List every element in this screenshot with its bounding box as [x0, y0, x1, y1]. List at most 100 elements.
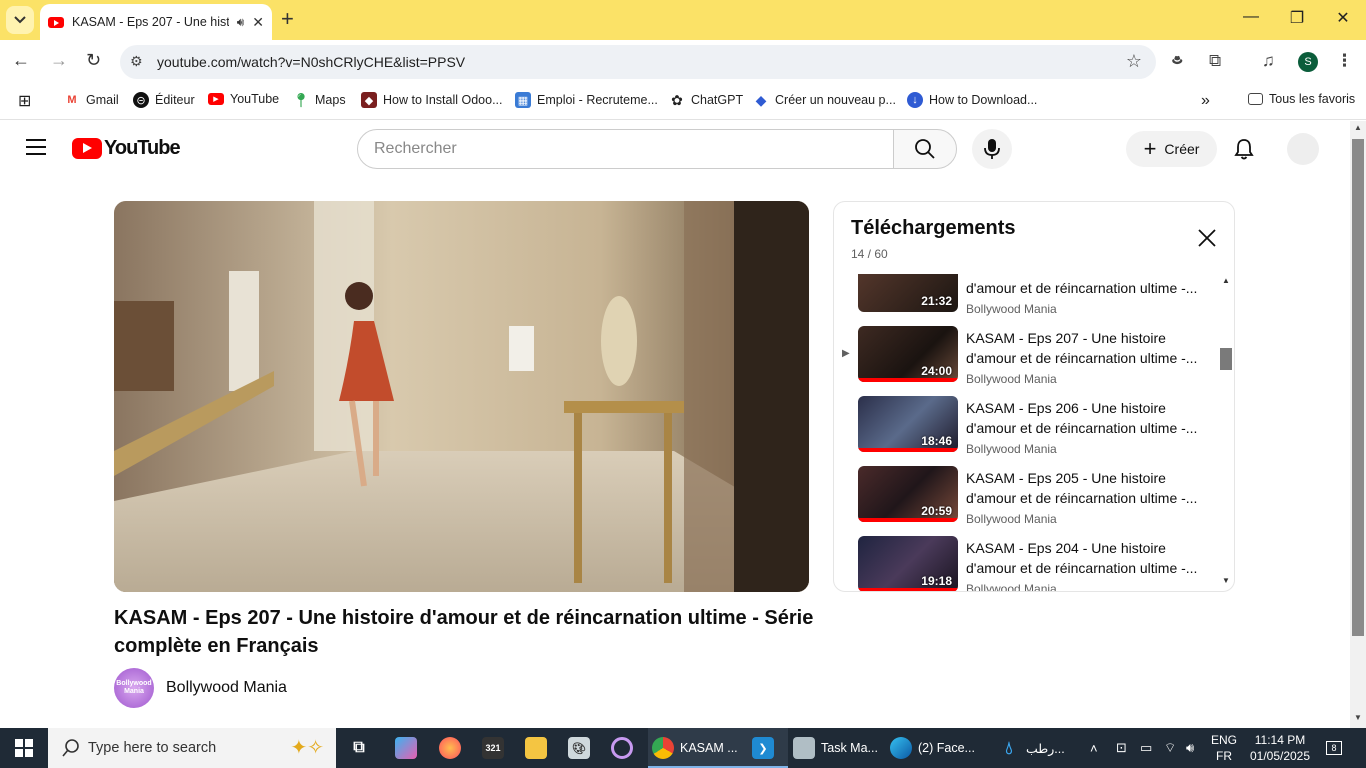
file-explorer-button[interactable]	[525, 728, 553, 768]
paint-app-button[interactable]: 🎨︎	[568, 728, 596, 768]
scroll-down-arrow-icon[interactable]: ▼	[1354, 713, 1362, 722]
copilot-button[interactable]	[395, 728, 423, 768]
search-button[interactable]	[893, 129, 957, 169]
media-app-button[interactable]	[611, 728, 639, 768]
youtube-logo[interactable]: YouTube	[72, 137, 181, 160]
task-view-button[interactable]: ⧉	[348, 728, 376, 768]
firefox-icon	[439, 737, 461, 759]
address-bar[interactable]: ⚙ youtube.com/watch?v=N0shCRlyCHE&list=P…	[120, 45, 1156, 79]
channel-name[interactable]: Bollywood Mania	[166, 679, 287, 697]
duration-badge: 20:59	[921, 504, 952, 518]
restore-button[interactable]: ❐	[1274, 8, 1320, 28]
calendar-app-button[interactable]: 321	[482, 728, 510, 768]
playlist-item[interactable]: 19:18 KASAM - Eps 204 - Une histoire d'a…	[834, 536, 1224, 592]
extensions-puzzle-icon[interactable]: ⧉	[1209, 51, 1221, 71]
close-tab-icon[interactable]: ✕	[252, 14, 264, 31]
start-button[interactable]	[0, 728, 48, 768]
meet-now-icon[interactable]: ⊡	[1116, 728, 1127, 768]
reload-icon[interactable]: ↻	[86, 50, 101, 71]
taskbar-app-edge[interactable]: (2) Face...	[890, 728, 975, 768]
tab-search-button[interactable]	[6, 6, 34, 34]
taskbar-app-label: رطب...	[1026, 741, 1065, 756]
firefox-button[interactable]	[439, 728, 467, 768]
water-drop-icon: 💧︎	[1005, 737, 1013, 758]
duration-badge: 21:32	[921, 294, 952, 308]
hamburger-menu-icon[interactable]	[26, 139, 46, 155]
now-playing-icon: ▶	[842, 348, 850, 359]
new-tab-button[interactable]: +	[281, 8, 294, 30]
taskbar-app-task-manager[interactable]: Task Ma...	[793, 728, 878, 768]
search-input[interactable]: Rechercher	[357, 129, 894, 169]
editor-icon: ⊝	[133, 92, 149, 108]
notification-center-button[interactable]: 8	[1326, 728, 1342, 768]
playlist-item-current[interactable]: ▶ 24:00 KASAM - Eps 207 - Une histoire d…	[834, 326, 1224, 396]
bookmark-label: How to Download...	[929, 93, 1038, 107]
wifi-icon[interactable]: ⌔	[1164, 728, 1176, 768]
scroll-up-arrow-icon[interactable]: ▲	[1354, 123, 1362, 132]
back-arrow-icon[interactable]: ←	[12, 50, 30, 71]
taskbar-search[interactable]: Type here to search ✦✧	[48, 728, 336, 768]
profile-avatar[interactable]: S	[1298, 52, 1318, 72]
close-icon[interactable]	[1196, 227, 1218, 249]
more-bookmarks-chevron-icon[interactable]: »	[1201, 92, 1210, 110]
item-title-line2: d'amour et de réincarnation ultime -...	[966, 490, 1198, 506]
item-channel: Bollywood Mania	[966, 582, 1057, 592]
taskbar-search-placeholder: Type here to search	[88, 740, 217, 756]
media-controls-icon[interactable]: ♫	[1262, 51, 1275, 71]
input-language[interactable]: ENG FR	[1206, 732, 1242, 764]
page-scroll-thumb[interactable]	[1352, 139, 1364, 636]
all-bookmarks[interactable]: Tous les favoris	[1248, 92, 1355, 106]
search-icon	[62, 739, 79, 757]
channel-avatar[interactable]: Bollywood Mania	[114, 668, 154, 708]
incognito-hat-icon[interactable]: 🎩︎	[1172, 51, 1182, 73]
speaker-icon[interactable]: 🔊︎	[237, 15, 245, 30]
site-info-icon[interactable]: ⚙	[130, 53, 143, 70]
vscode-icon: ❯	[752, 737, 774, 759]
playlist-item[interactable]: 18:46 KASAM - Eps 206 - Une histoire d'a…	[834, 396, 1224, 466]
voice-search-button[interactable]	[972, 129, 1012, 169]
playlist-scrollbar[interactable]: ▲ ▼	[1220, 274, 1232, 591]
bookmark-star-icon[interactable]: ☆	[1126, 51, 1142, 72]
apps-grid-icon[interactable]: ⊞	[18, 91, 31, 111]
account-avatar[interactable]	[1287, 133, 1319, 165]
bookmark-gmail[interactable]: M Gmail	[64, 92, 118, 108]
tray-chevron-up-icon[interactable]: ˄	[1090, 728, 1098, 768]
minimize-button[interactable]: —	[1228, 8, 1274, 26]
close-window-button[interactable]: ✕	[1320, 8, 1366, 28]
system-clock[interactable]: 11:14 PM 01/05/2025	[1245, 732, 1315, 764]
chrome-icon	[652, 737, 674, 759]
bookmark-chatgpt[interactable]: ✿ ChatGPT	[669, 92, 743, 108]
item-channel: Bollywood Mania	[966, 302, 1057, 316]
scroll-down-arrow-icon[interactable]: ▼	[1222, 576, 1230, 585]
video-player[interactable]	[114, 201, 809, 592]
taskbar-weather[interactable]: 💧︎ رطب...	[998, 728, 1065, 768]
folder-icon	[525, 737, 547, 759]
address-bar-url[interactable]: youtube.com/watch?v=N0shCRlyCHE&list=PPS…	[157, 54, 465, 70]
video-thumbnail: 21:32	[858, 274, 958, 312]
bookmark-youtube[interactable]: ▶ YouTube	[208, 92, 279, 106]
vscode-button[interactable]: ❯	[752, 728, 780, 768]
playlist-scroll-thumb[interactable]	[1220, 348, 1232, 370]
playlist-item[interactable]: 21:32 d'amour et de réincarnation ultime…	[834, 274, 1224, 326]
bookmark-creer[interactable]: ◆ Créer un nouveau p...	[753, 92, 896, 108]
forward-arrow-icon[interactable]: →	[50, 50, 68, 71]
bookmark-label: Éditeur	[155, 93, 195, 107]
odoo-icon: ◆	[361, 92, 377, 108]
bookmark-odoo[interactable]: ◆ How to Install Odoo...	[361, 92, 503, 108]
scroll-up-arrow-icon[interactable]: ▲	[1222, 276, 1230, 285]
kebab-menu-icon[interactable]: ⋮	[1336, 51, 1353, 71]
search-icon	[915, 139, 935, 159]
create-button[interactable]: + Créer	[1126, 131, 1217, 167]
video-thumbnail: 24:00	[858, 326, 958, 382]
browser-tab-active[interactable]: KASAM - Eps 207 - Une histoire d'amour 🔊…	[40, 4, 272, 40]
battery-icon[interactable]: ▭	[1140, 728, 1152, 768]
bookmark-download[interactable]: ↓ How to Download...	[907, 92, 1037, 108]
playlist-item[interactable]: 20:59 KASAM - Eps 205 - Une histoire d'a…	[834, 466, 1224, 536]
page-scrollbar[interactable]: ▲ ▼	[1350, 121, 1366, 728]
volume-icon[interactable]: 🔊︎	[1186, 728, 1194, 768]
notifications-bell-icon[interactable]	[1234, 138, 1254, 160]
bookmark-emploi[interactable]: ▦ Emploi - Recruteme...	[515, 92, 658, 108]
bookmark-maps[interactable]: 📍︎ Maps	[292, 92, 345, 108]
calendar-icon: 321	[482, 737, 504, 759]
bookmark-editeur[interactable]: ⊝ Éditeur	[133, 92, 195, 108]
